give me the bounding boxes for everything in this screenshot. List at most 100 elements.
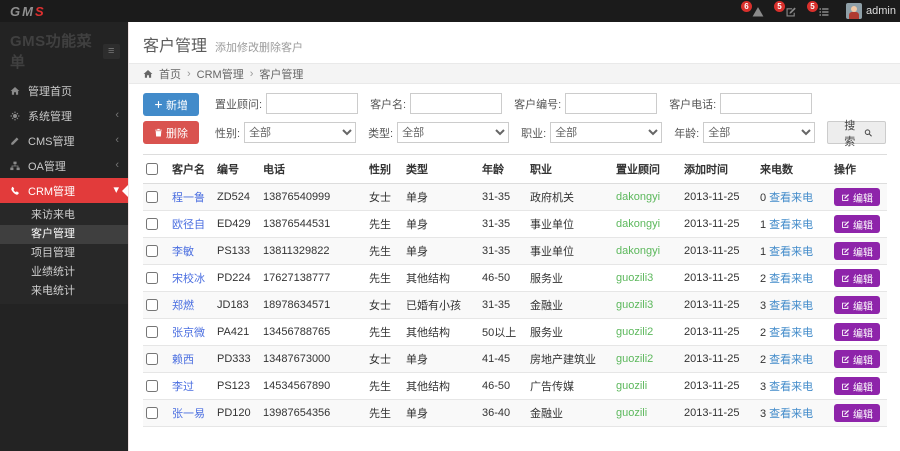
column-header: 来电数 bbox=[757, 155, 831, 184]
customer-gender: 先生 bbox=[366, 265, 403, 292]
select-all-checkbox[interactable] bbox=[146, 163, 158, 175]
column-header: 性别 bbox=[366, 155, 403, 184]
view-calls-link[interactable]: 查看来电 bbox=[769, 381, 813, 393]
calls-count: 1 bbox=[760, 219, 766, 231]
edit-button[interactable]: 编辑 bbox=[834, 323, 880, 341]
row-checkbox[interactable] bbox=[146, 245, 158, 257]
search-button-label: 搜索 bbox=[840, 117, 859, 149]
edit-button[interactable]: 编辑 bbox=[834, 404, 880, 422]
customer-name-link[interactable]: 李过 bbox=[172, 381, 194, 393]
edit-button-label: 编辑 bbox=[853, 406, 873, 421]
add-button[interactable]: 新增 bbox=[143, 93, 199, 116]
sidebar-subitem-4[interactable]: 来电统计 bbox=[0, 282, 128, 301]
customer-age: 31-35 bbox=[479, 238, 527, 265]
view-calls-link[interactable]: 查看来电 bbox=[769, 327, 813, 339]
customer-type: 单身 bbox=[403, 211, 479, 238]
calls-count: 3 bbox=[760, 381, 766, 393]
pencil-square-icon[interactable]: 5 bbox=[782, 4, 797, 19]
hamburger-icon[interactable]: ≡ bbox=[103, 44, 120, 59]
customer-age: 31-35 bbox=[479, 184, 527, 211]
sidebar-subitem-0[interactable]: 来访来电 bbox=[0, 206, 128, 225]
edit-button[interactable]: 编辑 bbox=[834, 296, 880, 314]
view-calls-link[interactable]: 查看来电 bbox=[769, 408, 813, 420]
customer-name-link[interactable]: 宋校冰 bbox=[172, 273, 205, 285]
username: admin bbox=[866, 5, 896, 17]
customer-type: 已婚有小孩 bbox=[403, 292, 479, 319]
column-header: 电话 bbox=[260, 155, 366, 184]
notification-badge: 5 bbox=[774, 1, 785, 12]
customer-age: 36-40 bbox=[479, 400, 527, 427]
column-header: 职业 bbox=[527, 155, 613, 184]
view-calls-link[interactable]: 查看来电 bbox=[769, 219, 813, 231]
row-checkbox[interactable] bbox=[146, 353, 158, 365]
filter-label: 职业: bbox=[521, 125, 546, 141]
customer-occupation: 广告传媒 bbox=[527, 373, 613, 400]
customer-code: ED429 bbox=[214, 211, 260, 238]
customer-name-link[interactable]: 欧径自 bbox=[172, 219, 205, 231]
customer-code: PS133 bbox=[214, 238, 260, 265]
sidebar-item-0[interactable]: 管理首页 bbox=[0, 78, 128, 103]
filter-input-2[interactable] bbox=[565, 93, 657, 114]
customer-type: 其他结构 bbox=[403, 265, 479, 292]
row-checkbox[interactable] bbox=[146, 191, 158, 203]
edit-button[interactable]: 编辑 bbox=[834, 215, 880, 233]
sidebar-item-2[interactable]: CMS管理‹ bbox=[0, 128, 128, 153]
customer-name-link[interactable]: 张一易 bbox=[172, 408, 205, 420]
alert-triangle-icon[interactable]: 6 bbox=[749, 4, 764, 19]
customer-code: PD120 bbox=[214, 400, 260, 427]
added-date: 2013-11-25 bbox=[681, 373, 757, 400]
edit-button-label: 编辑 bbox=[853, 190, 873, 205]
task-list-icon[interactable]: 5 bbox=[815, 4, 830, 19]
edit-button[interactable]: 编辑 bbox=[834, 269, 880, 287]
row-checkbox[interactable] bbox=[146, 218, 158, 230]
customer-name-link[interactable]: 李敏 bbox=[172, 246, 194, 258]
consultant-name: dakongyi bbox=[616, 218, 660, 230]
sidebar-item-4[interactable]: CRM管理▾ bbox=[0, 178, 128, 203]
sidebar-item-label: CRM管理 bbox=[24, 183, 113, 199]
sidebar-item-1[interactable]: 系统管理‹ bbox=[0, 103, 128, 128]
filter-input-1[interactable] bbox=[410, 93, 502, 114]
sidebar-subitem-1[interactable]: 客户管理 bbox=[0, 225, 128, 244]
filter-input-3[interactable] bbox=[720, 93, 812, 114]
customer-name-link[interactable]: 张京微 bbox=[172, 327, 205, 339]
sidebar-subitem-2[interactable]: 项目管理 bbox=[0, 244, 128, 263]
chevron-icon: ▾ bbox=[113, 185, 119, 196]
edit-button[interactable]: 编辑 bbox=[834, 377, 880, 395]
view-calls-link[interactable]: 查看来电 bbox=[769, 273, 813, 285]
breadcrumb-crm[interactable]: CRM管理 bbox=[197, 66, 244, 82]
row-checkbox[interactable] bbox=[146, 326, 158, 338]
customer-name-link[interactable]: 郑燃 bbox=[172, 300, 194, 312]
view-calls-link[interactable]: 查看来电 bbox=[769, 246, 813, 258]
user-menu[interactable]: admin bbox=[846, 3, 896, 19]
filter-select-0[interactable]: 全部 bbox=[244, 122, 356, 143]
table-header-row: 客户名编号电话性别类型年龄职业置业顾问添加时间来电数操作 bbox=[143, 155, 887, 184]
calls-count: 2 bbox=[760, 327, 766, 339]
edit-button[interactable]: 编辑 bbox=[834, 350, 880, 368]
delete-button[interactable]: 删除 bbox=[143, 121, 199, 144]
sidebar-subitem-3[interactable]: 业绩统计 bbox=[0, 263, 128, 282]
view-calls-link[interactable]: 查看来电 bbox=[769, 192, 813, 204]
filter-select-3[interactable]: 全部 bbox=[703, 122, 815, 143]
column-header: 操作 bbox=[831, 155, 887, 184]
edit-button[interactable]: 编辑 bbox=[834, 242, 880, 260]
page-subtitle: 添加修改删除客户 bbox=[215, 39, 303, 55]
row-checkbox[interactable] bbox=[146, 272, 158, 284]
customer-gender: 女士 bbox=[366, 292, 403, 319]
customer-name-link[interactable]: 程一鲁 bbox=[172, 192, 205, 204]
view-calls-link[interactable]: 查看来电 bbox=[769, 300, 813, 312]
view-calls-link[interactable]: 查看来电 bbox=[769, 354, 813, 366]
customer-name-link[interactable]: 赖西 bbox=[172, 354, 194, 366]
filter-select-2[interactable]: 全部 bbox=[550, 122, 662, 143]
filter-select-1[interactable]: 全部 bbox=[397, 122, 509, 143]
breadcrumb-home[interactable]: 首页 bbox=[159, 66, 181, 82]
notification-badge: 5 bbox=[807, 1, 818, 12]
edit-button[interactable]: 编辑 bbox=[834, 188, 880, 206]
row-checkbox[interactable] bbox=[146, 407, 158, 419]
row-checkbox[interactable] bbox=[146, 299, 158, 311]
edit-button-label: 编辑 bbox=[853, 217, 873, 232]
search-button[interactable]: 搜索 bbox=[827, 121, 886, 144]
customer-age: 46-50 bbox=[479, 373, 527, 400]
sidebar-item-3[interactable]: OA管理‹ bbox=[0, 153, 128, 178]
filter-input-0[interactable] bbox=[266, 93, 358, 114]
row-checkbox[interactable] bbox=[146, 380, 158, 392]
